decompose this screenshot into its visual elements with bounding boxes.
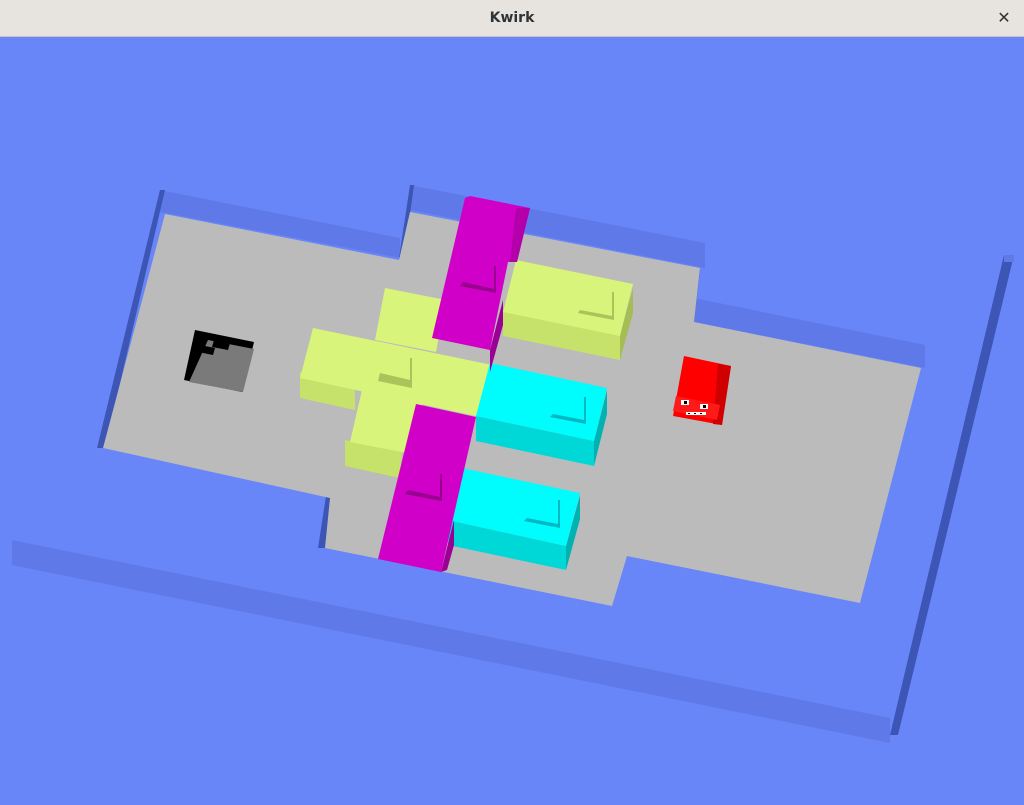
window-title: Kwirk [489, 10, 535, 26]
game-board [0, 37, 1024, 805]
close-icon[interactable]: ✕ [992, 6, 1016, 30]
window-titlebar: Kwirk ✕ [0, 0, 1024, 37]
